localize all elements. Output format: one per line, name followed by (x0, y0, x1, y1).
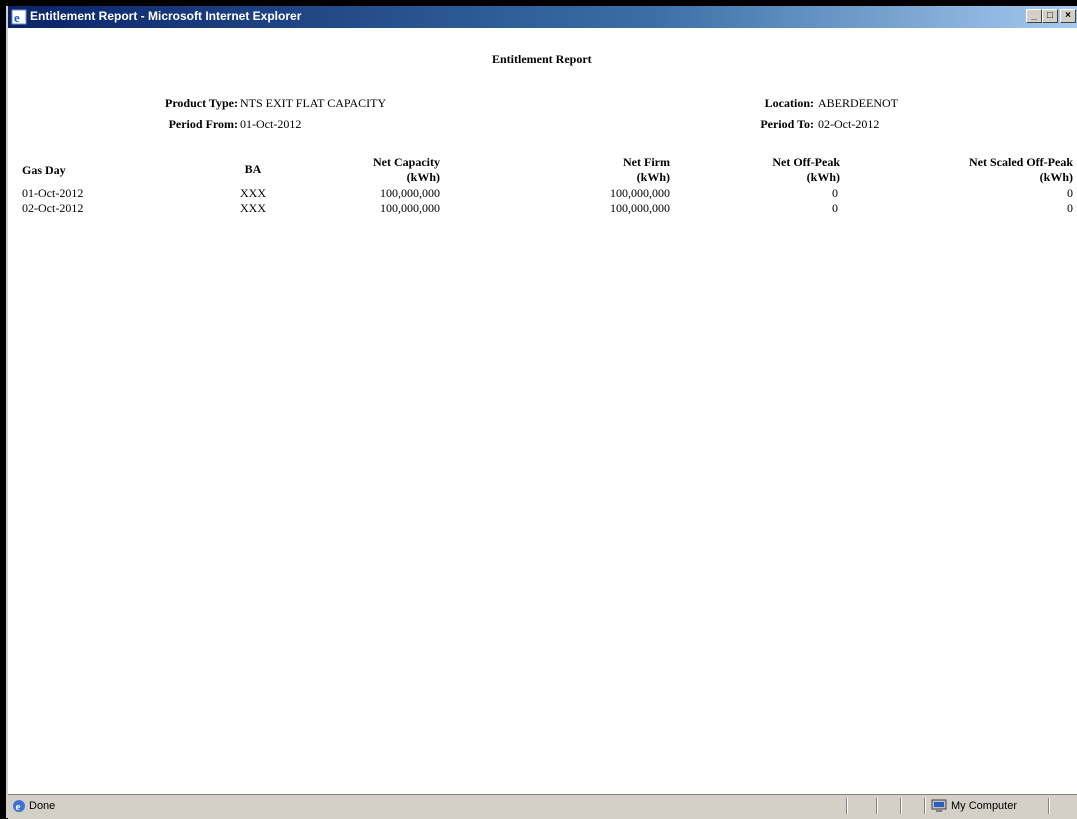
cell-net-offpeak: 0 (832, 201, 838, 215)
period-to-value: 02-Oct-2012 (818, 117, 880, 131)
maximize-button[interactable]: □ (1042, 9, 1058, 23)
cell-ba: XXX (240, 201, 266, 215)
cell-gas-day: 02-Oct-2012 (22, 201, 84, 215)
header-net-scaled: Net Scaled Off-Peak (969, 155, 1073, 169)
status-divider (876, 798, 878, 814)
status-text: Done (29, 800, 56, 812)
header-net-scaled-unit: (kWh) (1039, 170, 1073, 184)
ie-icon: e (11, 9, 27, 25)
status-divider (1048, 798, 1050, 814)
period-from-label: Period From: (168, 117, 238, 131)
cell-gas-day: 01-Oct-2012 (22, 186, 84, 200)
report-title: Entitlement Report (492, 52, 592, 66)
header-net-firm-unit: (kWh) (636, 170, 670, 184)
svg-text:e: e (16, 801, 21, 813)
cell-net-offpeak: 0 (832, 186, 838, 200)
computer-icon (931, 799, 947, 812)
product-type-value: NTS EXIT FLAT CAPACITY (240, 96, 387, 110)
status-bar: e Done My Computer (8, 794, 1077, 819)
cell-net-firm: 100,000,000 (610, 201, 670, 215)
location-label: Location: (764, 96, 814, 110)
cell-net-firm: 100,000,000 (610, 186, 670, 200)
location-value: ABERDEENOT (818, 96, 898, 110)
svg-text:e: e (14, 10, 20, 25)
header-ba: BA (244, 162, 262, 176)
header-net-offpeak-unit: (kWh) (806, 170, 840, 184)
period-from-value: 01-Oct-2012 (240, 117, 302, 131)
header-net-offpeak: Net Off-Peak (772, 155, 840, 169)
cell-net-capacity: 100,000,000 (380, 186, 440, 200)
header-net-firm: Net Firm (623, 155, 670, 169)
security-zone: My Computer (951, 800, 1018, 812)
header-gas-day: Gas Day (22, 163, 66, 177)
header-net-capacity: Net Capacity (373, 155, 440, 169)
page-content: Entitlement Report Product Type: NTS EXI… (8, 28, 1077, 794)
status-divider (846, 798, 848, 814)
period-to-label: Period To: (760, 117, 814, 131)
window-title: Entitlement Report - Microsoft Internet … (30, 9, 302, 23)
close-button[interactable]: × (1060, 9, 1076, 23)
status-divider (924, 798, 926, 814)
ie-icon: e (13, 800, 25, 813)
cell-net-scaled: 0 (1067, 186, 1073, 200)
minimize-button[interactable]: _ (1026, 9, 1042, 23)
product-type-label: Product Type: (164, 96, 238, 110)
cell-ba: XXX (240, 186, 266, 200)
header-net-capacity-unit: (kWh) (406, 170, 440, 184)
cell-net-scaled: 0 (1067, 201, 1073, 215)
browser-window: e Entitlement Report - Microsoft Interne… (6, 6, 1077, 819)
status-divider (900, 798, 902, 814)
cell-net-capacity: 100,000,000 (380, 201, 440, 215)
title-bar[interactable]: e Entitlement Report - Microsoft Interne… (8, 6, 1077, 28)
